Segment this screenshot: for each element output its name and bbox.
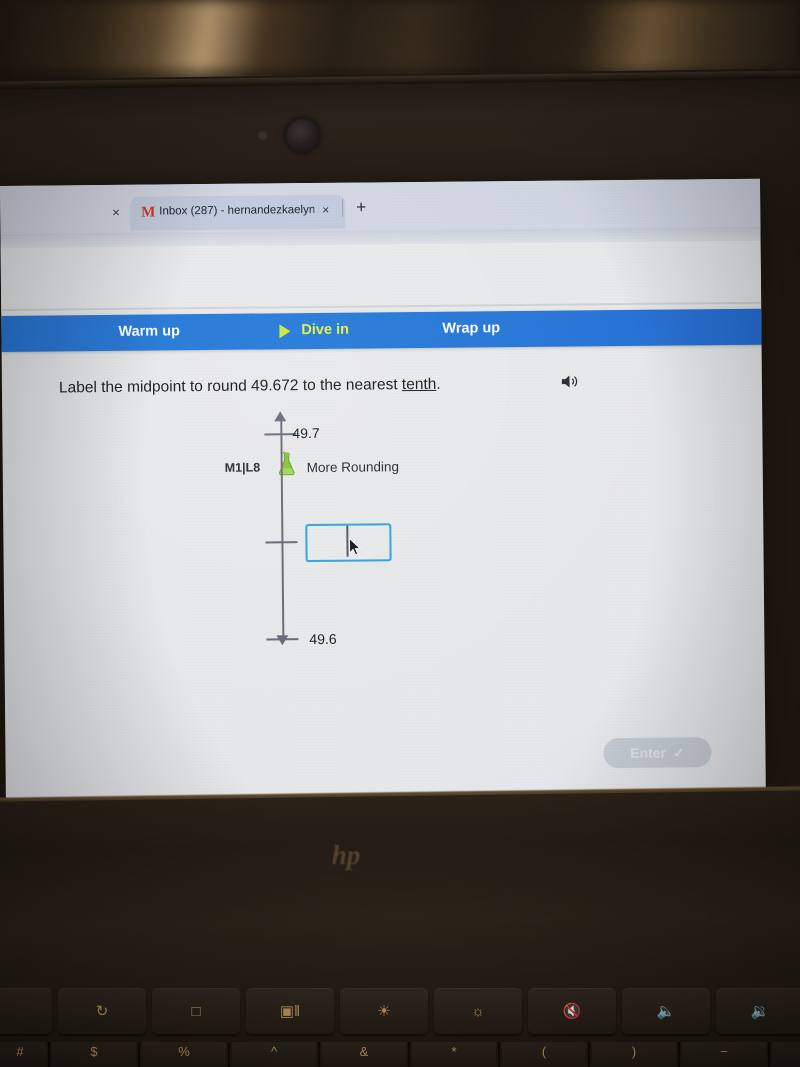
play-triangle-icon — [279, 324, 291, 339]
key-paren-close[interactable]: ) — [592, 1042, 676, 1067]
key-caret[interactable]: ^ — [232, 1042, 316, 1067]
enter-button[interactable]: Enter ✓ — [603, 737, 712, 769]
refresh-icon[interactable]: ↻ — [58, 988, 146, 1034]
question-text: Label the midpoint to round 49.672 to th… — [59, 376, 441, 398]
key-gap — [768, 1042, 770, 1067]
brightness-down-icon[interactable]: ☀ — [340, 988, 428, 1034]
check-icon: ✓ — [672, 743, 685, 761]
key-dollar[interactable]: $ — [52, 1042, 136, 1067]
flask-icon — [275, 451, 299, 477]
question-prefix: Label the midpoint to round 49.672 to th… — [58, 376, 402, 397]
tab-separator — [342, 198, 344, 217]
lesson-title: More Rounding — [306, 459, 400, 476]
number-line-label-bottom: 49.6 — [309, 630, 337, 648]
webcam-indicator-light — [258, 131, 267, 140]
mouse-arrow-cursor — [348, 537, 362, 557]
key-gap — [48, 1042, 50, 1067]
enter-button-label: Enter — [630, 744, 667, 761]
tab-dive-in[interactable]: Dive in — [301, 322, 349, 338]
question-suffix: . — [436, 375, 441, 393]
key-gap — [408, 1042, 410, 1067]
webcam-lens — [286, 119, 319, 152]
key-asterisk[interactable]: * — [412, 1042, 496, 1067]
speaker-icon[interactable] — [561, 373, 580, 389]
app-header — [0, 240, 762, 312]
mute-icon[interactable]: 🔇 — [528, 988, 616, 1034]
browser-tab-title: Inbox (287) - hernandezkaelyn2… — [159, 203, 315, 218]
key-gap — [228, 1042, 230, 1067]
window-close-icon[interactable]: × — [112, 205, 120, 220]
key-minus[interactable]: − — [682, 1042, 766, 1067]
photo-scene: × M Inbox (287) - hernandezkaelyn2… × + … — [0, 0, 800, 1067]
fullscreen-icon[interactable]: □ — [152, 988, 240, 1034]
hp-logo: hp — [331, 840, 361, 870]
key-percent[interactable]: % — [142, 1042, 226, 1067]
brightness-up-icon[interactable]: ☼ — [434, 988, 522, 1034]
number-line-tick-midpoint — [265, 541, 298, 544]
volume-down-icon[interactable]: 🔈 — [622, 988, 710, 1034]
tab-warm-up[interactable]: Warm up — [118, 323, 180, 340]
gmail-m-icon: M — [141, 204, 155, 221]
volume-up-icon[interactable]: 🔉 — [716, 988, 800, 1034]
key-gap — [318, 1042, 320, 1067]
question-underlined-word: tenth — [401, 375, 437, 394]
key-gap — [588, 1042, 590, 1067]
lesson-nav-bar — [1, 308, 762, 352]
laptop-screen: × M Inbox (287) - hernandezkaelyn2… × + … — [0, 178, 766, 806]
key-plus[interactable] — [772, 1042, 800, 1067]
key-gap — [138, 1042, 140, 1067]
number-line-label-top: 49.7 — [292, 424, 320, 442]
tab-wrap-up[interactable]: Wrap up — [442, 320, 500, 337]
fkey-escape[interactable] — [0, 988, 52, 1034]
new-tab-icon[interactable]: + — [356, 197, 366, 216]
key-gap — [498, 1042, 500, 1067]
key-paren-open[interactable]: ( — [502, 1042, 586, 1067]
tab-close-icon[interactable]: × — [322, 203, 329, 217]
lesson-code: M1|L8 — [224, 460, 261, 475]
key-ampersand[interactable]: & — [322, 1042, 406, 1067]
key-gap — [678, 1042, 680, 1067]
overview-icon[interactable]: ▣‖ — [246, 988, 334, 1034]
number-line-tick-bottom — [266, 638, 299, 641]
key-hash[interactable]: # — [0, 1042, 46, 1067]
